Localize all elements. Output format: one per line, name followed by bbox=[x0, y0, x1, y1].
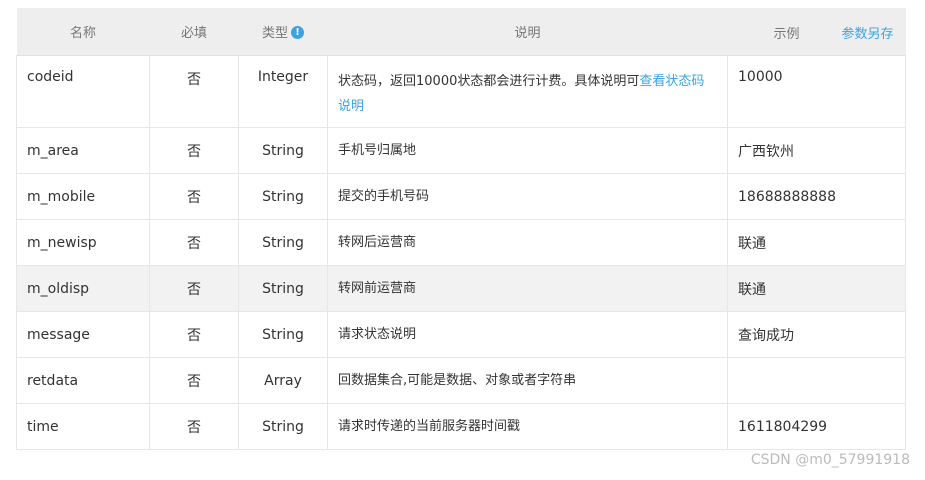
param-required: 否 bbox=[149, 311, 239, 358]
param-example: 1611804299 bbox=[727, 403, 906, 450]
param-type: String bbox=[238, 219, 328, 266]
param-type: String bbox=[238, 173, 328, 220]
param-name: m_newisp bbox=[16, 219, 150, 266]
param-example: 18688888888 bbox=[727, 173, 906, 220]
param-name: m_oldisp bbox=[16, 265, 150, 312]
param-type: String bbox=[238, 127, 328, 174]
param-desc: 请求状态说明 bbox=[327, 311, 728, 358]
table-row: time 否 String 请求时传递的当前服务器时间戳 1611804299 bbox=[16, 403, 906, 450]
param-desc: 回数据集合,可能是数据、对象或者字符串 bbox=[327, 357, 728, 404]
response-params-table: 名称 必填 类型! 说明 示例 参数另存 codeid 否 Integer 状态… bbox=[16, 8, 906, 450]
table-row: message 否 String 请求状态说明 查询成功 bbox=[16, 311, 906, 358]
param-name: time bbox=[16, 403, 150, 450]
params-table-wrapper: 名称 必填 类型! 说明 示例 参数另存 codeid 否 Integer 状态… bbox=[16, 8, 906, 450]
table-header-row: 名称 必填 类型! 说明 示例 参数另存 bbox=[16, 8, 906, 56]
header-desc: 说明 bbox=[327, 8, 728, 56]
param-name: retdata bbox=[16, 357, 150, 404]
param-required: 否 bbox=[149, 219, 239, 266]
header-required: 必填 bbox=[149, 8, 239, 56]
param-type: String bbox=[238, 311, 328, 358]
param-desc: 手机号归属地 bbox=[327, 127, 728, 174]
param-example: 联通 bbox=[727, 219, 906, 266]
param-required: 否 bbox=[149, 55, 239, 128]
header-example: 示例 参数另存 bbox=[727, 8, 906, 56]
param-desc: 提交的手机号码 bbox=[327, 173, 728, 220]
param-example: 广西钦州 bbox=[727, 127, 906, 174]
table-row: retdata 否 Array 回数据集合,可能是数据、对象或者字符串 bbox=[16, 357, 906, 404]
table-row: m_mobile 否 String 提交的手机号码 18688888888 bbox=[16, 173, 906, 220]
param-type: String bbox=[238, 403, 328, 450]
param-type: Integer bbox=[238, 55, 328, 128]
param-example: 10000 bbox=[727, 55, 906, 128]
param-required: 否 bbox=[149, 127, 239, 174]
param-desc: 转网前运营商 bbox=[327, 265, 728, 312]
param-required: 否 bbox=[149, 265, 239, 312]
param-example bbox=[727, 357, 906, 404]
table-row: m_area 否 String 手机号归属地 广西钦州 bbox=[16, 127, 906, 174]
table-row: m_oldisp 否 String 转网前运营商 联通 bbox=[16, 265, 906, 312]
table-row: m_newisp 否 String 转网后运营商 联通 bbox=[16, 219, 906, 266]
param-example: 查询成功 bbox=[727, 311, 906, 358]
param-required: 否 bbox=[149, 173, 239, 220]
param-type: Array bbox=[238, 357, 328, 404]
param-desc: 请求时传递的当前服务器时间戳 bbox=[327, 403, 728, 450]
param-name: m_mobile bbox=[16, 173, 150, 220]
param-desc: 转网后运营商 bbox=[327, 219, 728, 266]
header-name: 名称 bbox=[16, 8, 150, 56]
watermark: CSDN @m0_57991918 bbox=[750, 452, 910, 468]
save-params-link[interactable]: 参数另存 bbox=[841, 23, 893, 42]
info-icon[interactable]: ! bbox=[291, 26, 304, 39]
header-type-label: 类型 bbox=[261, 26, 288, 41]
param-example: 联通 bbox=[727, 265, 906, 312]
header-type: 类型! bbox=[238, 8, 328, 56]
param-desc: 状态码，返回10000状态都会进行计费。具体说明可查看状态码说明 bbox=[327, 55, 728, 128]
table-row: codeid 否 Integer 状态码，返回10000状态都会进行计费。具体说… bbox=[16, 55, 906, 128]
header-example-label: 示例 bbox=[773, 27, 800, 42]
param-required: 否 bbox=[149, 357, 239, 404]
param-name: m_area bbox=[16, 127, 150, 174]
param-name: message bbox=[16, 311, 150, 358]
param-name: codeid bbox=[16, 55, 150, 128]
param-required: 否 bbox=[149, 403, 239, 450]
param-type: String bbox=[238, 265, 328, 312]
param-desc-text: 状态码，返回10000状态都会进行计费。具体说明可 bbox=[338, 74, 640, 89]
